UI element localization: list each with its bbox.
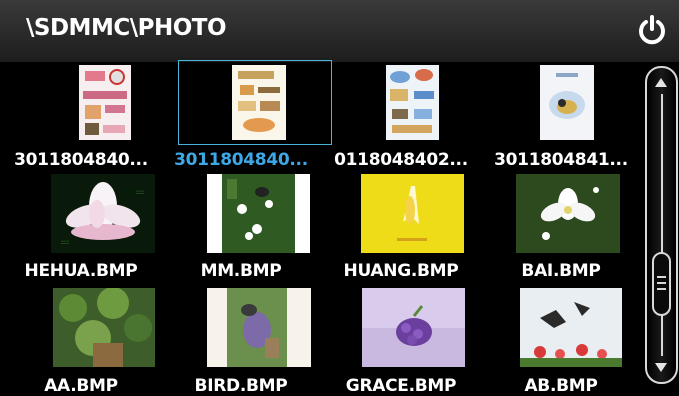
photo-thumbnail: [520, 288, 622, 367]
file-name: HUANG.BMP: [343, 261, 459, 281]
photo-thumbnail: [516, 174, 620, 253]
photo-thumbnail: [386, 65, 439, 140]
file-name: BIRD.BMP: [194, 376, 288, 396]
grip-line: [657, 276, 666, 278]
photo-thumbnail: [361, 174, 464, 253]
photo-thumbnail: [540, 65, 594, 140]
svg-text:::::: ::::: [61, 239, 69, 246]
photo-thumbnail: ::::::::: [51, 174, 155, 253]
power-icon[interactable]: [636, 14, 668, 46]
file-name: 3011804840...: [174, 150, 308, 170]
photo-thumbnail: [53, 288, 155, 367]
svg-text:::::: ::::: [136, 189, 144, 196]
vertical-scrollbar[interactable]: [645, 66, 678, 384]
photo-thumbnail: [232, 65, 286, 140]
file-name: 3011804840...: [14, 150, 148, 170]
grip-line: [657, 288, 666, 290]
file-name: HEHUA.BMP: [24, 261, 138, 281]
scroll-thumb[interactable]: [652, 252, 671, 316]
title-bar: \SDMMC\PHOTO: [0, 0, 679, 62]
scroll-up-arrow-icon[interactable]: [655, 78, 667, 87]
photo-grid: 3011804840... 3011804840... 0118048402..…: [0, 60, 640, 396]
photo-thumbnail: [79, 65, 131, 140]
scroll-track[interactable]: [661, 94, 663, 356]
photo-thumbnail: [207, 288, 311, 367]
photo-thumbnail: [362, 288, 465, 367]
file-name: AA.BMP: [44, 376, 118, 396]
grip-line: [657, 282, 666, 284]
file-name: MM.BMP: [200, 261, 282, 281]
file-name: AB.BMP: [524, 376, 598, 396]
scroll-down-arrow-icon[interactable]: [655, 363, 667, 372]
file-name: GRACE.BMP: [345, 376, 457, 396]
file-name: 3011804841...: [494, 150, 628, 170]
file-name: 0118048402...: [334, 150, 468, 170]
photo-thumbnail: [207, 174, 310, 253]
file-name: BAI.BMP: [521, 261, 601, 281]
folder-path: \SDMMC\PHOTO: [26, 15, 227, 41]
